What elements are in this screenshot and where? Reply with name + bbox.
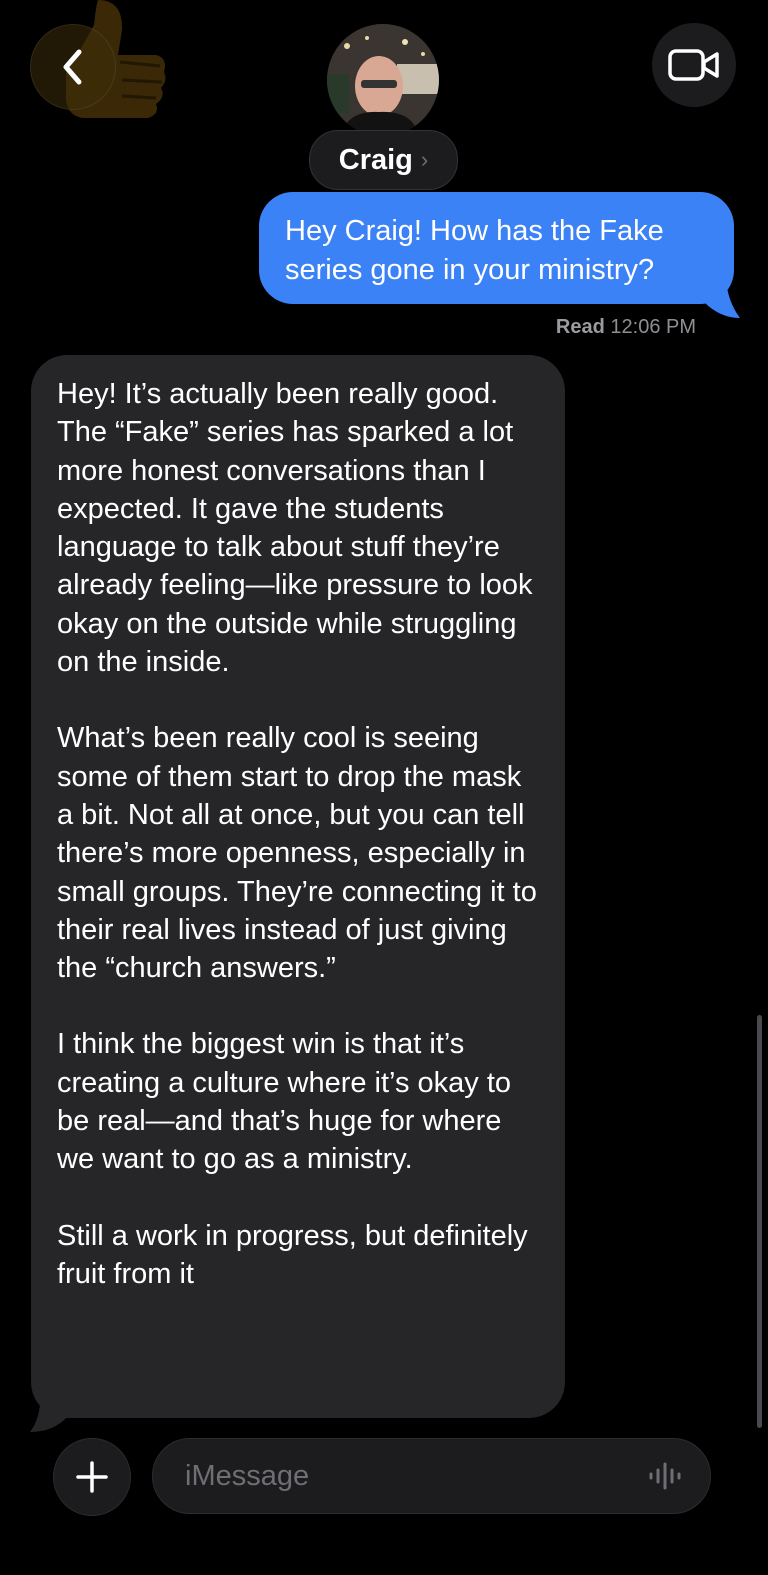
contact-name-button[interactable]: Craig › (309, 130, 458, 190)
read-status-label: Read (555, 316, 605, 338)
outgoing-message-bubble[interactable]: Hey Craig! How has the Fake series gone … (259, 192, 734, 304)
incoming-paragraph: Still a work in progress, but definitely… (57, 1219, 528, 1290)
incoming-paragraph: What’s been really cool is seeing some o… (57, 722, 537, 985)
scrollbar[interactable] (757, 1015, 762, 1428)
chevron-left-icon (63, 49, 82, 85)
incoming-message-bubble[interactable]: Hey! It’s actually been really good. The… (31, 355, 565, 1418)
plus-icon (76, 1461, 108, 1493)
contact-avatar[interactable] (327, 24, 439, 136)
outgoing-message-text: Hey Craig! How has the Fake series gone … (285, 215, 664, 286)
outgoing-bubble-tail (704, 280, 740, 318)
incoming-paragraph: I think the biggest win is that it’s cre… (57, 1028, 512, 1176)
contact-name: Craig (338, 143, 413, 176)
read-time: 12:06 PM (610, 316, 696, 338)
message-input[interactable] (183, 1458, 648, 1494)
message-input-box[interactable] (152, 1438, 711, 1514)
read-receipt: Read 12:06 PM (556, 316, 696, 339)
video-camera-icon (668, 49, 719, 81)
avatar-photo (327, 24, 439, 136)
apps-plus-button[interactable] (53, 1438, 131, 1516)
chevron-right-icon: › (420, 147, 429, 172)
incoming-paragraph: Hey! It’s actually been really good. The… (57, 378, 533, 679)
incoming-bubble-tail (30, 1390, 68, 1432)
facetime-video-button[interactable] (652, 23, 736, 107)
back-button[interactable] (30, 24, 116, 110)
waveform-icon[interactable] (648, 1461, 684, 1491)
